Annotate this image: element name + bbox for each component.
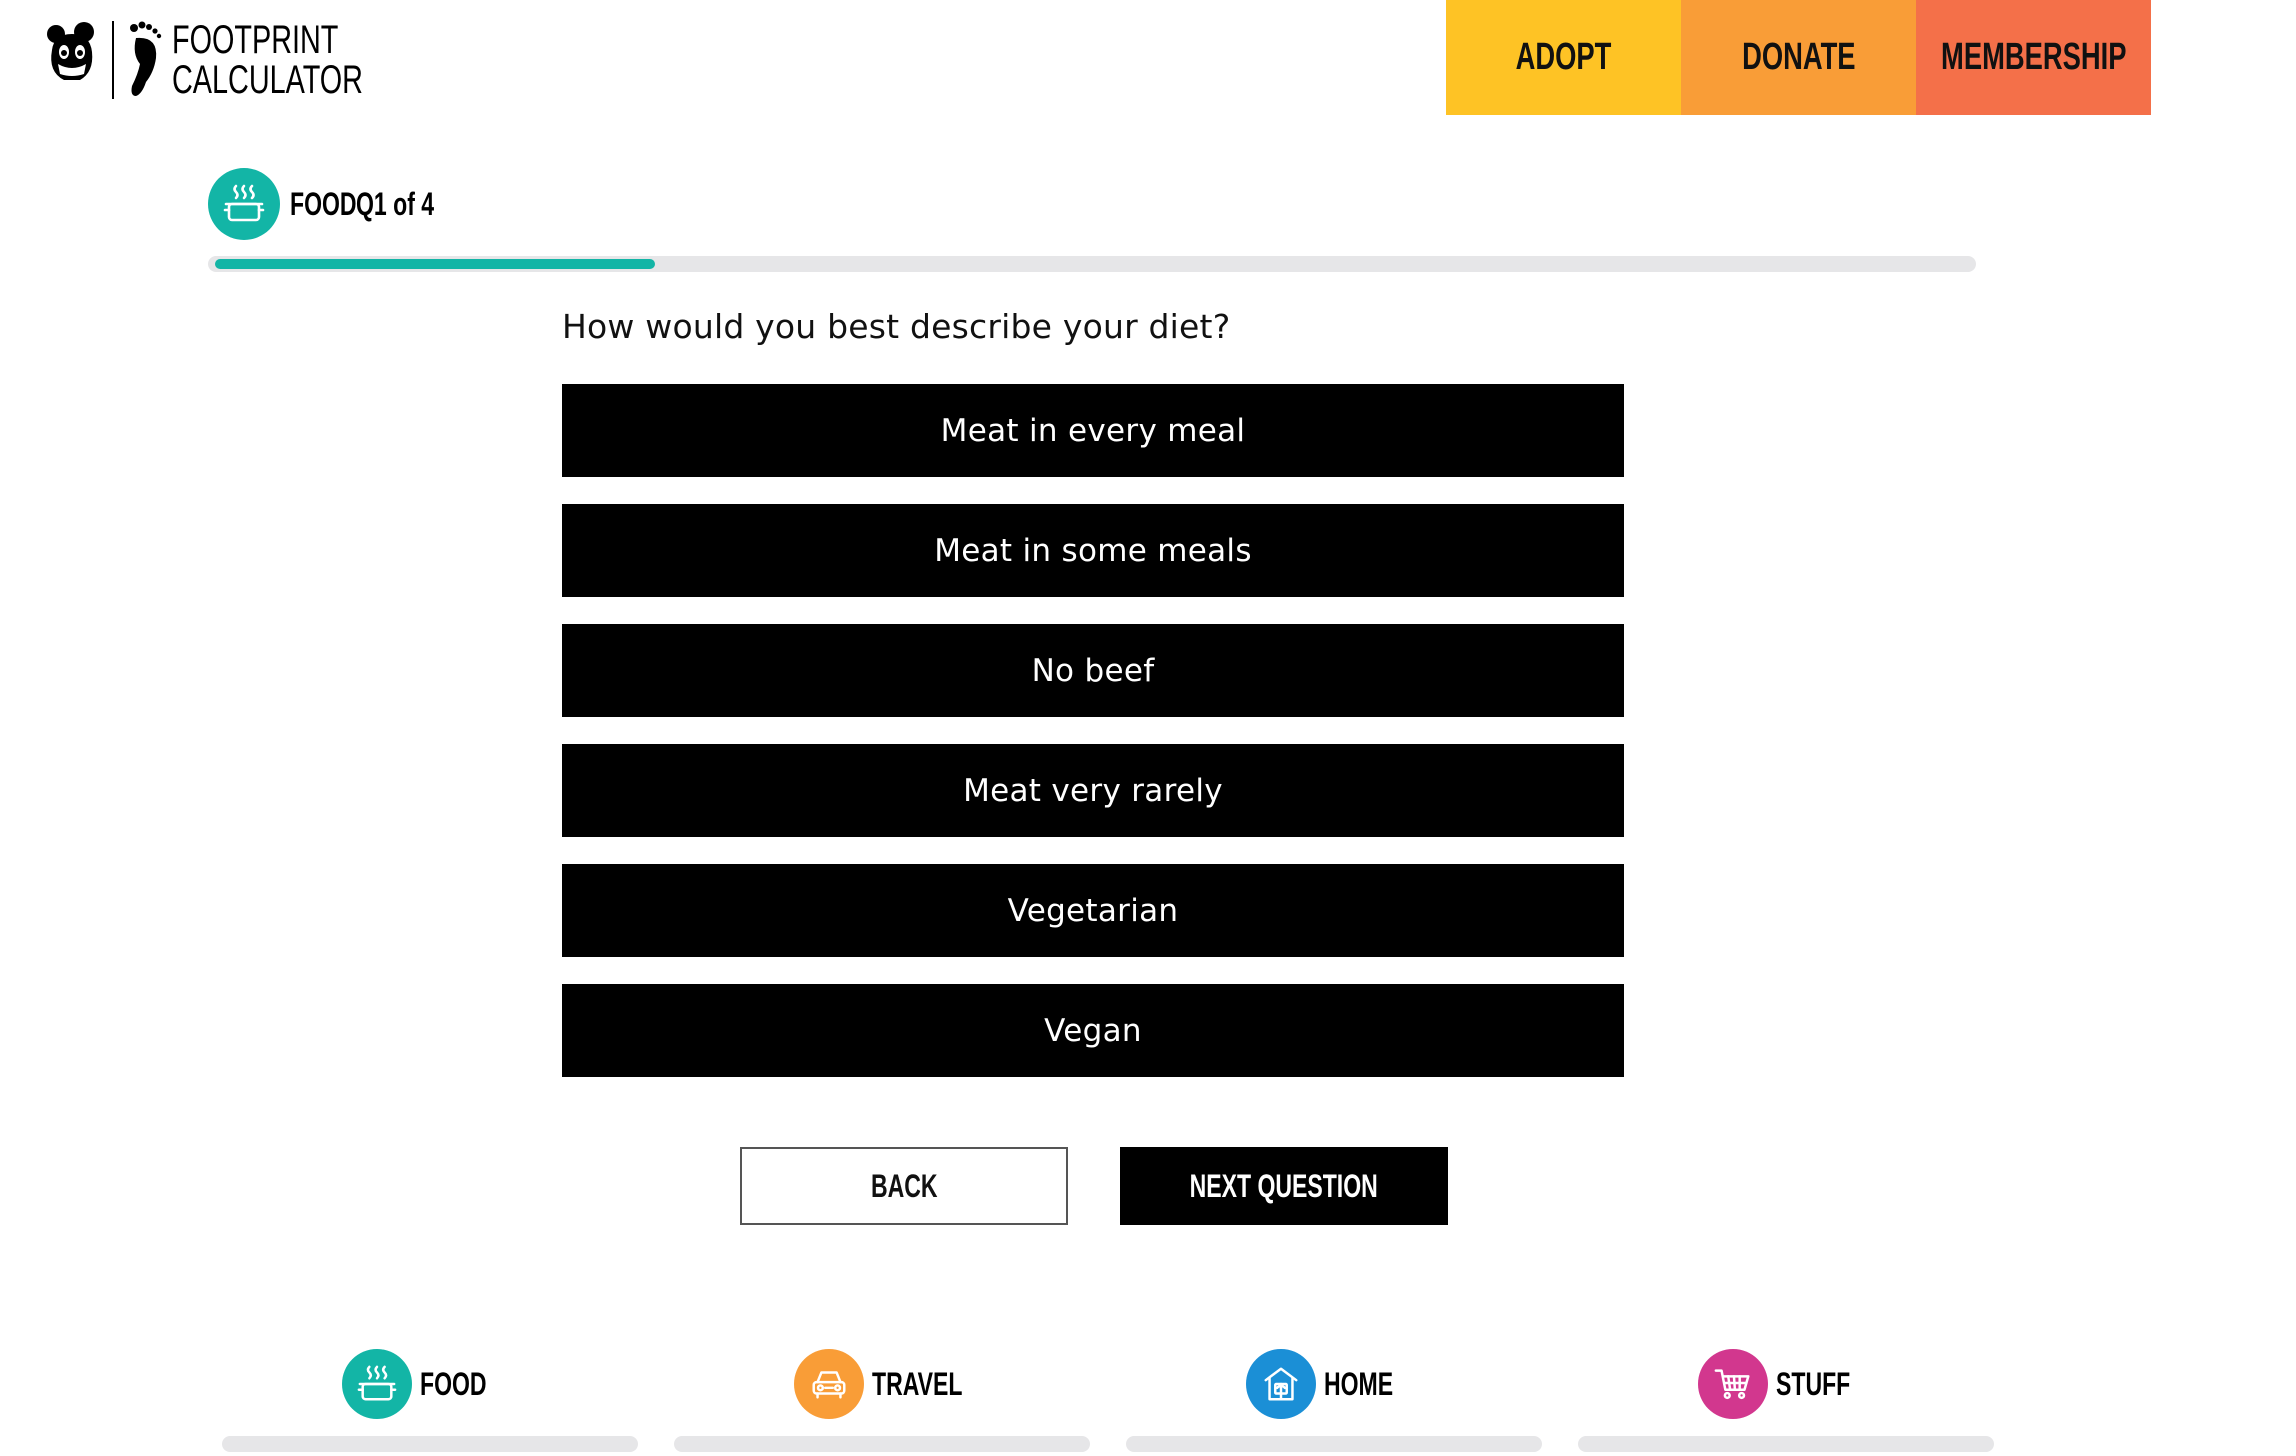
category-food: FOOD [222, 1348, 638, 1452]
car-icon [794, 1349, 864, 1419]
category-home: HOME [1126, 1348, 1542, 1452]
category-travel-label: TRAVEL [872, 1365, 963, 1402]
nav-membership-label: MEMBERSHIP [1940, 36, 2127, 78]
question-text: How would you best describe your diet? [562, 307, 1231, 346]
question-progress-bar [208, 256, 1976, 272]
answer-option[interactable]: Meat very rarely [562, 744, 1624, 837]
next-question-button-label: NEXT QUESTION [1189, 1167, 1379, 1204]
category-food-progress [222, 1436, 638, 1452]
app-title-line2: CALCULATOR [172, 58, 363, 102]
question-progress-fill [215, 259, 655, 269]
app-title-line1: FOOTPRINT [172, 18, 339, 62]
answer-option[interactable]: Meat in every meal [562, 384, 1624, 477]
logo-divider [112, 21, 114, 99]
next-question-button[interactable]: NEXT QUESTION [1120, 1147, 1448, 1225]
nav-adopt-label: ADOPT [1515, 36, 1612, 78]
wwf-footprint-logo[interactable]: FOOTPRINT CALCULATOR [44, 18, 437, 102]
answer-option[interactable]: Vegetarian [562, 864, 1624, 957]
top-navigation: ADOPT DONATE MEMBERSHIP [1446, 0, 2151, 115]
question-category-label: FOOD [290, 185, 357, 222]
question-progress-header: FOOD Q1 of 4 [208, 168, 434, 240]
app-title: FOOTPRINT CALCULATOR [172, 20, 363, 100]
nav-membership-link[interactable]: MEMBERSHIP [1916, 0, 2151, 115]
food-pot-icon [342, 1349, 412, 1419]
category-progress-list: FOOD TRAVEL HOME STUFF [222, 1348, 1994, 1456]
category-food-label: FOOD [420, 1365, 487, 1402]
category-home-progress [1126, 1436, 1542, 1452]
answer-option[interactable]: No beef [562, 624, 1624, 717]
nav-donate-link[interactable]: DONATE [1681, 0, 1916, 115]
answer-option[interactable]: Vegan [562, 984, 1624, 1077]
shopping-cart-icon [1698, 1349, 1768, 1419]
category-travel-progress [674, 1436, 1090, 1452]
house-icon [1246, 1349, 1316, 1419]
back-button[interactable]: BACK [740, 1147, 1068, 1225]
category-stuff-label: STUFF [1776, 1365, 1851, 1402]
footprint-icon [130, 21, 162, 96]
wwf-panda-icon [47, 22, 94, 80]
category-home-label: HOME [1324, 1365, 1394, 1402]
answer-option[interactable]: Meat in some meals [562, 504, 1624, 597]
food-pot-icon [208, 168, 280, 240]
category-travel: TRAVEL [674, 1348, 1090, 1452]
answer-options: Meat in every meal Meat in some meals No… [562, 384, 1624, 1104]
nav-donate-label: DONATE [1741, 36, 1856, 78]
back-button-label: BACK [870, 1167, 938, 1204]
category-stuff: STUFF [1578, 1348, 1994, 1452]
question-counter: Q1 of 4 [356, 185, 435, 222]
nav-adopt-link[interactable]: ADOPT [1446, 0, 1681, 115]
category-stuff-progress [1578, 1436, 1994, 1452]
